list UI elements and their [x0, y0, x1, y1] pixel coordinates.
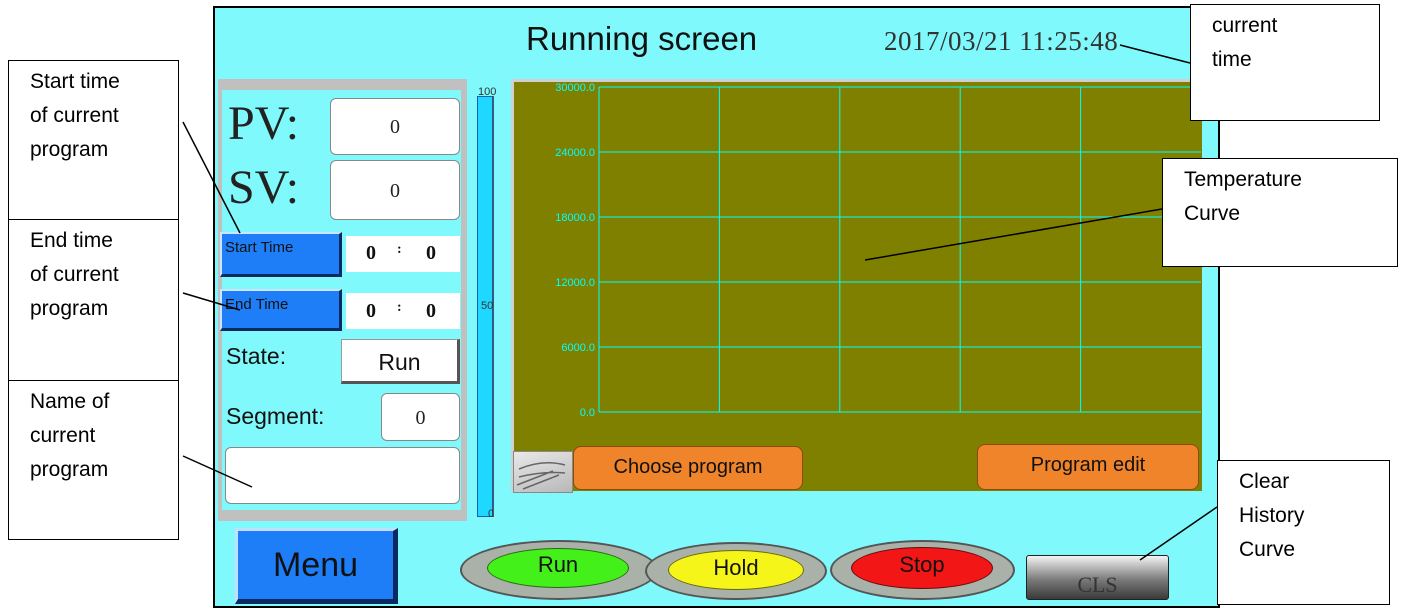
temperature-chart-plot: 30000.0 24000.0 18000.0 12000.0 6000.0 0.0	[555, 82, 1201, 419]
callout-temperature-curve: Temperature Curve	[1162, 158, 1398, 267]
chart-y-tick-label: 24000.0	[555, 147, 595, 159]
sv-value: 0	[330, 160, 460, 220]
bar-tick-mid: 50	[481, 300, 494, 312]
cls-button[interactable]: CLS	[1026, 555, 1169, 600]
end-time-hour: 0	[366, 300, 376, 322]
start-time-display: 0 : 0	[346, 236, 460, 272]
hold-button[interactable]: Hold	[668, 550, 804, 590]
menu-button[interactable]: Menu	[235, 528, 398, 604]
run-button[interactable]: Run	[487, 548, 629, 588]
callout-end-time: End time of current program	[8, 219, 179, 381]
callout-clear-history: Clear History Curve	[1217, 460, 1390, 605]
callout-current-time: current time	[1190, 4, 1380, 121]
program-name-field	[225, 447, 460, 504]
end-time-minute: 0	[426, 300, 436, 322]
end-time-button[interactable]: End Time	[220, 289, 342, 331]
choose-program-button[interactable]: Choose program	[573, 446, 803, 490]
state-value: Run	[341, 339, 460, 384]
callout-program-name: Name of current program	[8, 380, 179, 540]
chart-y-tick-label: 6000.0	[561, 342, 595, 354]
end-time-separator: :	[397, 300, 402, 315]
callout-start-time: Start time of current program	[8, 60, 179, 220]
program-edit-button[interactable]: Program edit	[977, 444, 1199, 490]
bar-tick-line	[493, 96, 494, 517]
start-time-hour: 0	[366, 242, 376, 264]
start-time-button[interactable]: Start Time	[220, 232, 342, 277]
state-label: State:	[226, 343, 287, 369]
pv-value: 0	[330, 98, 460, 155]
segment-value: 0	[381, 393, 460, 441]
start-time-minute: 0	[426, 242, 436, 264]
page-title: Running screen	[526, 20, 758, 57]
current-datetime: 2017/03/21 11:25:48	[884, 26, 1119, 56]
end-time-display: 0 : 0	[346, 293, 460, 329]
pv-label: PV:	[228, 97, 300, 150]
chart-y-tick-label: 30000.0	[555, 82, 595, 94]
chart-y-tick-label: 12000.0	[555, 277, 595, 289]
stop-button[interactable]: Stop	[851, 547, 993, 589]
sv-label: SV:	[228, 161, 300, 214]
start-time-separator: :	[397, 242, 402, 257]
chart-y-tick-label: 18000.0	[555, 212, 595, 224]
segment-label: Segment:	[226, 403, 325, 429]
scroll-handle-icon	[516, 462, 566, 490]
chart-y-tick-label: 0.0	[580, 407, 595, 419]
